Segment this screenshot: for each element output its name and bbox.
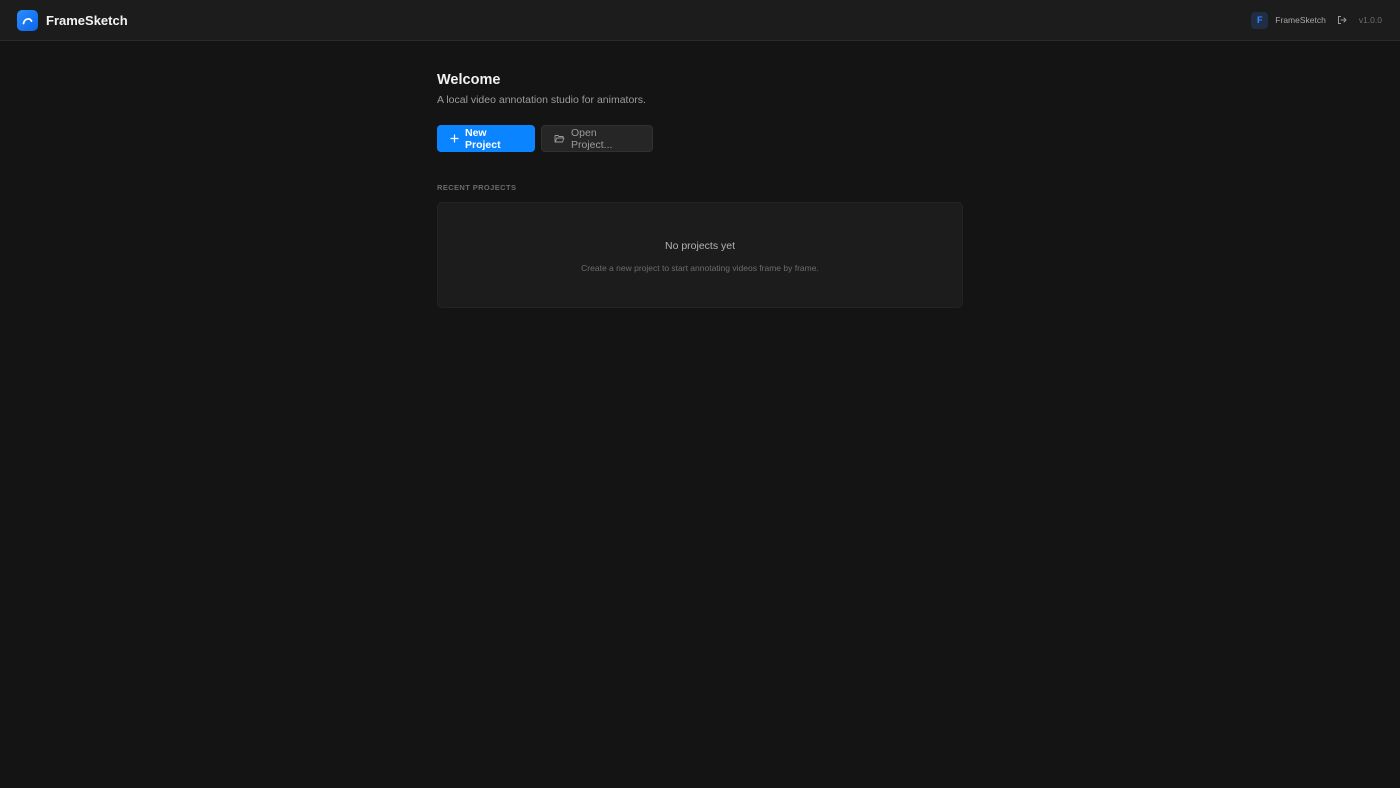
action-buttons: New Project Open Project... (437, 125, 963, 152)
header-right: F FrameSketch v1.0.0 (1251, 11, 1382, 29)
new-project-label: New Project (465, 126, 501, 151)
open-project-button[interactable]: Open Project... (541, 125, 653, 152)
welcome-panel: Welcome A local video annotation studio … (437, 72, 963, 308)
empty-state-description: Create a new project to start annotating… (581, 263, 819, 273)
recent-projects-empty-state: No projects yet Create a new project to … (437, 202, 963, 308)
top-bar: FrameSketch F FrameSketch v1.0.0 (0, 0, 1400, 41)
page-title: Welcome (437, 72, 501, 88)
plus-icon (450, 134, 459, 143)
app-name: FrameSketch (46, 12, 128, 28)
recent-projects-heading: RECENT PROJECTS (437, 183, 517, 192)
empty-state-title: No projects yet (664, 240, 736, 252)
folder-open-icon (554, 134, 565, 143)
brand[interactable]: FrameSketch (17, 9, 128, 31)
logout-icon[interactable] (1337, 15, 1347, 25)
avatar: F (1251, 11, 1269, 29)
new-project-button[interactable]: New Project (437, 125, 535, 152)
version-label: v1.0.0 (1358, 15, 1382, 25)
page-subtitle: A local video annotation studio for anim… (437, 94, 646, 106)
swoosh-icon (17, 9, 38, 31)
user-menu[interactable]: F FrameSketch (1251, 11, 1326, 29)
open-project-label: Open Project... (571, 126, 613, 151)
user-name: FrameSketch (1275, 15, 1326, 25)
